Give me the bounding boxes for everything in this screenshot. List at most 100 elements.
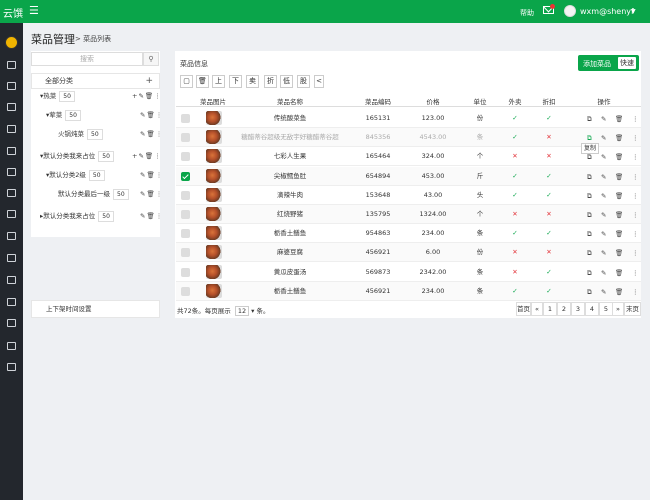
tree-item-actions[interactable]: ✎🗑⋮ (140, 190, 163, 198)
copy-icon[interactable]: ⧉ (587, 249, 592, 258)
cell-takeout-status[interactable]: ✓ (505, 109, 525, 128)
tree-item[interactable]: 火锅炖菜 50 (58, 126, 103, 142)
more-icon[interactable]: ⋮ (156, 212, 164, 220)
sidebar-avatar[interactable] (5, 36, 18, 49)
tree-item-actions[interactable]: +✎🗑⋮ (132, 92, 162, 100)
tree-item[interactable]: ▾默认分类我来占位 50 (40, 148, 114, 164)
trash-icon[interactable]: 🗑 (615, 288, 623, 296)
copy-icon[interactable]: ⧉ (587, 230, 592, 239)
device-icon[interactable] (7, 168, 16, 176)
add-category-icon[interactable]: + (145, 74, 153, 88)
page-button[interactable]: 3 (571, 302, 585, 316)
row-checkbox[interactable] (181, 248, 190, 258)
tree-item-actions[interactable]: +✎🗑⋮ (132, 152, 162, 160)
row-checkbox[interactable] (181, 229, 190, 239)
trash-icon[interactable]: 🗑 (145, 92, 154, 100)
row-checkbox[interactable] (181, 286, 190, 296)
edit-icon[interactable]: ✎ (601, 211, 606, 219)
edit-icon[interactable]: ✎ (601, 230, 606, 238)
page-button[interactable]: 5 (599, 302, 613, 316)
more-icon[interactable]: ⋮ (154, 92, 162, 100)
page-button[interactable]: » (612, 302, 624, 316)
edit-icon[interactable]: ✎ (601, 269, 606, 277)
cell-takeout-status[interactable]: ✓ (505, 167, 525, 186)
chevron-down-icon[interactable]: ▼ (631, 8, 636, 15)
tree-item[interactable]: ▾默认分类2级 50 (46, 167, 105, 183)
cell-takeout-status[interactable]: ✕ (505, 243, 525, 262)
toolbar-button[interactable]: ▢ (180, 75, 193, 88)
all-categories[interactable]: 全部分类 + (31, 73, 160, 89)
more-icon[interactable]: ⋮ (632, 249, 639, 257)
trash-icon[interactable]: 🗑 (146, 190, 155, 198)
copy-icon[interactable]: ⧉ (587, 115, 592, 124)
breadcrumb[interactable]: > 菜品列表 (75, 34, 111, 44)
toolbar-button[interactable]: 股 (297, 75, 310, 88)
cell-discount-status[interactable]: ✓ (539, 109, 559, 128)
more-icon[interactable]: ⋮ (156, 130, 164, 138)
row-checkbox[interactable] (181, 171, 190, 181)
username[interactable]: wxm@shenyf (580, 7, 634, 16)
page-button[interactable]: 2 (557, 302, 571, 316)
page-button[interactable]: 末页 (624, 302, 641, 316)
home-icon[interactable] (7, 61, 16, 69)
toolbar-button[interactable]: 卖 (246, 75, 259, 88)
tree-item[interactable]: 默认分类最后一级 50 (58, 186, 129, 202)
edit-icon[interactable]: ✎ (601, 288, 606, 296)
row-checkbox[interactable] (181, 152, 190, 162)
toolbar-button[interactable]: 低 (280, 75, 293, 88)
message-icon[interactable] (7, 210, 16, 218)
edit-icon[interactable]: ✎ (601, 153, 606, 161)
more-icon[interactable]: ⋮ (632, 115, 639, 123)
toolbar-button[interactable]: 🗑 (196, 75, 209, 88)
quick-add-button[interactable]: 快速 (618, 57, 636, 69)
tree-item-actions[interactable]: ✎🗑⋮ (140, 111, 163, 119)
trash-icon[interactable]: 🗑 (615, 269, 623, 277)
store-icon[interactable] (7, 363, 16, 371)
edit-icon[interactable]: ✎ (601, 249, 606, 257)
per-page-select[interactable]: 12 (234, 306, 250, 316)
filter-icon[interactable]: ⚲ (143, 52, 159, 66)
list-icon[interactable] (7, 103, 16, 111)
copy-icon[interactable]: ⧉ (587, 153, 592, 162)
more-icon[interactable]: ⋮ (632, 153, 639, 161)
add-dish-button[interactable]: 添加菜品 快速 (578, 55, 639, 71)
more-icon[interactable]: ⋮ (156, 190, 164, 198)
row-checkbox[interactable] (181, 210, 190, 219)
trash-icon[interactable]: 🗑 (146, 212, 155, 220)
monitor-icon[interactable] (7, 342, 16, 350)
tree-item[interactable]: ▸默认分类我来占位 50 (40, 208, 114, 224)
more-icon[interactable]: ⋮ (156, 171, 164, 179)
copy-icon[interactable]: ⧉ (587, 134, 592, 143)
phone-icon[interactable] (7, 147, 16, 155)
toolbar-button[interactable]: < (314, 75, 324, 88)
cell-takeout-status[interactable]: ✓ (505, 282, 525, 301)
cell-takeout-status[interactable]: ✓ (505, 224, 525, 243)
tree-item-actions[interactable]: ✎🗑⋮ (140, 212, 163, 220)
per-page-caret[interactable]: ▾ (251, 307, 254, 315)
more-icon[interactable]: ⋮ (632, 192, 639, 200)
time-setting-button[interactable]: 上下架时间设置 (31, 300, 160, 318)
edit-icon[interactable]: ✎ (601, 115, 606, 123)
copy-icon[interactable]: ⧉ (587, 269, 592, 278)
trash-icon[interactable]: 🗑 (615, 153, 623, 161)
row-checkbox[interactable] (181, 190, 190, 200)
page-button[interactable]: 首页 (516, 302, 531, 316)
copy-icon[interactable]: ⧉ (587, 288, 592, 297)
trash-icon[interactable]: 🗑 (615, 192, 623, 200)
row-checkbox[interactable] (181, 114, 190, 123)
more-icon[interactable]: ⋮ (632, 173, 639, 181)
report-icon[interactable] (7, 298, 16, 306)
search-input[interactable]: 搜索 (31, 52, 143, 66)
edit-icon[interactable]: ✎ (601, 134, 606, 142)
cell-takeout-status[interactable]: ✕ (505, 263, 525, 282)
help-link[interactable]: 帮助 (520, 8, 534, 18)
cell-discount-status[interactable]: ✕ (539, 128, 559, 147)
cell-discount-status[interactable]: ✓ (539, 167, 559, 186)
more-icon[interactable]: ⋮ (632, 269, 639, 277)
toolbar-button[interactable]: 下 (229, 75, 242, 88)
cell-discount-status[interactable]: ✓ (539, 263, 559, 282)
cell-takeout-status[interactable]: ✕ (505, 205, 525, 224)
cell-discount-status[interactable]: ✕ (539, 243, 559, 262)
tree-item[interactable]: ▾荤菜 50 (46, 107, 81, 123)
trash-icon[interactable]: 🗑 (146, 171, 155, 179)
